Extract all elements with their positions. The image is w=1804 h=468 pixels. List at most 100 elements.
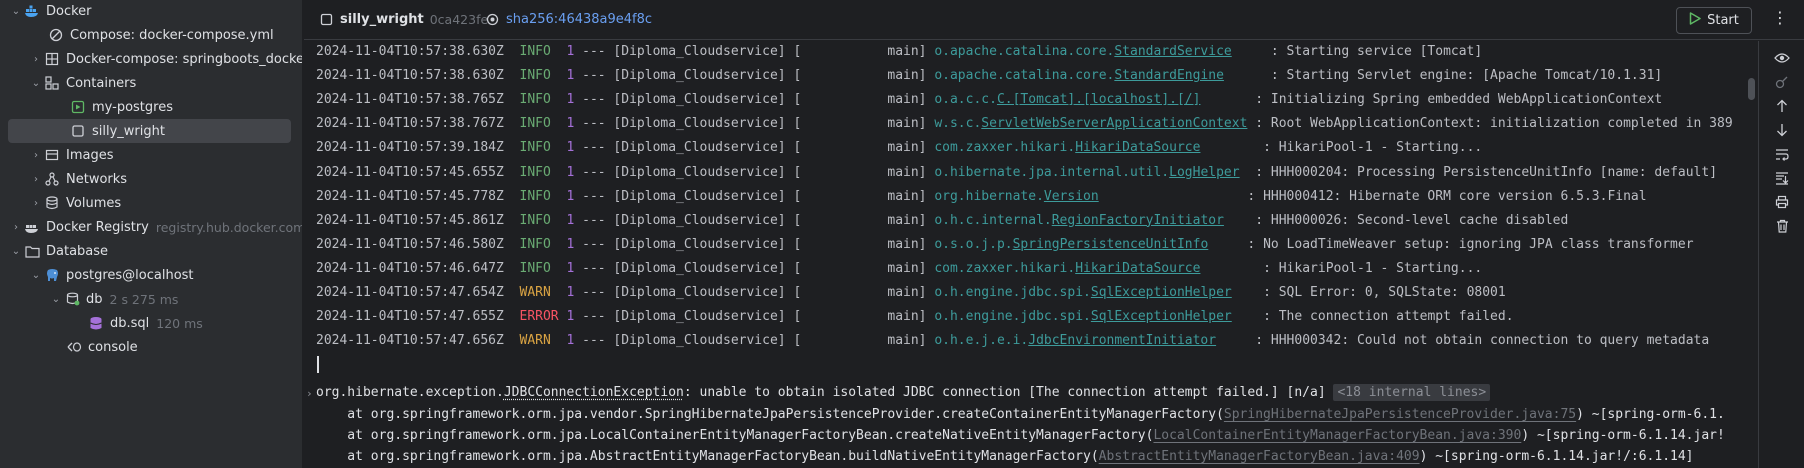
- log-message: : The connection attempt failed.: [1263, 309, 1514, 325]
- log-level: INFO: [519, 236, 551, 252]
- log-level: INFO: [519, 164, 551, 180]
- tree-item-console[interactable]: console: [0, 335, 302, 359]
- log-logger-class[interactable]: StandardService: [1114, 44, 1231, 59]
- log-thread: --- [Diploma_Cloudservice] [ main]: [574, 116, 935, 132]
- log-logger-package: com.zaxxer.hikari.: [934, 140, 1076, 156]
- tree-item-label: Networks: [66, 171, 128, 187]
- log-logger-class[interactable]: HikariDataSource: [1075, 140, 1200, 155]
- chevron-down-icon[interactable]: ⌄: [48, 291, 64, 307]
- log-message: : HHH000412: Hibernate ORM core version …: [1247, 188, 1647, 204]
- log-logger-package: o.h.e.j.e.i.: [934, 333, 1029, 349]
- chevron-down-icon[interactable]: ⌄: [8, 243, 24, 259]
- log-logger-class[interactable]: SpringPersistenceUnitInfo: [1013, 237, 1209, 252]
- tree-item-compose-file[interactable]: Compose: docker-compose.yml: [0, 23, 302, 47]
- log-logger-class[interactable]: SqlExceptionHelper: [1091, 285, 1232, 300]
- log-logger-class[interactable]: ServletWebServerApplicationContext: [981, 116, 1247, 131]
- tree-item-label: Images: [66, 147, 114, 163]
- log-thread: --- [Diploma_Cloudservice] [ main]: [574, 188, 935, 204]
- chevron-right-icon[interactable]: ›: [28, 171, 44, 187]
- tree-item-docker-registry[interactable]: › Docker Registry registry.hub.docker.co…: [0, 215, 302, 239]
- log-logger-package: org.hibernate.: [934, 188, 1044, 204]
- log-logger-package: o.h.c.internal.: [934, 212, 1052, 228]
- tree-item-docker[interactable]: ⌄ Docker: [0, 0, 302, 23]
- tree-item-db[interactable]: ⌄ db 2 s 275 ms: [0, 287, 302, 311]
- log-console[interactable]: 2024-11-04T10:57:38.630Z INFO 1 --- [Dip…: [304, 41, 1758, 468]
- tree-item-database[interactable]: ⌄ Database: [0, 239, 302, 263]
- log-logger-class[interactable]: SqlExceptionHelper: [1091, 309, 1232, 324]
- vertical-scrollbar[interactable]: [1748, 78, 1755, 100]
- elephant-icon: [44, 267, 60, 283]
- internal-lines-fold[interactable]: <18 internal lines>: [1333, 384, 1491, 401]
- arrow-down-icon[interactable]: [1772, 120, 1792, 140]
- log-logger-class[interactable]: C.[Tomcat].[localhost].[/]: [997, 92, 1201, 107]
- log-logger-class[interactable]: HikariDataSource: [1075, 261, 1200, 276]
- soft-wrap-icon[interactable]: [1772, 144, 1792, 164]
- exception-class[interactable]: JDBCConnectionException: [504, 385, 684, 400]
- tree-item-label: Docker: [46, 3, 92, 19]
- log-message: : HHH000342: Could not obtain connection…: [1255, 333, 1710, 349]
- arrow-up-icon[interactable]: [1772, 96, 1792, 116]
- start-button[interactable]: Start: [1676, 7, 1752, 34]
- log-level: WARN: [519, 333, 551, 349]
- stack-frame-link[interactable]: SpringHibernateJpaPersistenceProvider.ja…: [1224, 407, 1576, 422]
- eye-icon[interactable]: [1772, 48, 1792, 68]
- log-timestamp: 2024-11-04T10:57:47.654Z: [316, 285, 504, 300]
- chevron-right-icon[interactable]: ›: [28, 195, 44, 211]
- log-line: 2024-11-04T10:57:39.184Z INFO 1 --- [Dip…: [316, 137, 1482, 159]
- log-line: 2024-11-04T10:57:38.630Z INFO 1 --- [Dip…: [316, 41, 1482, 63]
- log-logger-class[interactable]: StandardEngine: [1114, 68, 1224, 83]
- container-tab[interactable]: silly_wright 0ca423fe: [318, 12, 488, 28]
- chevron-down-icon[interactable]: ⌄: [8, 3, 24, 19]
- play-icon: [1689, 12, 1701, 29]
- compose-icon: [48, 27, 64, 43]
- log-message: : Initializing Spring embedded WebApplic…: [1255, 92, 1663, 108]
- chevron-right-icon[interactable]: ›: [28, 51, 44, 67]
- scroll-to-end-icon[interactable]: [1772, 168, 1792, 188]
- paint-icon[interactable]: [1772, 72, 1792, 92]
- log-logger-class[interactable]: RegionFactoryInitiator: [1052, 213, 1224, 228]
- expand-arrow-icon[interactable]: ›: [306, 387, 313, 400]
- image-link[interactable]: sha256:46438a9e4f8c: [484, 12, 652, 28]
- chevron-down-icon[interactable]: ⌄: [28, 75, 44, 91]
- tree-item-db-sql[interactable]: db.sql 120 ms: [0, 311, 302, 335]
- print-icon[interactable]: [1772, 192, 1792, 212]
- stack-frame-method: at org.springframework.orm.jpa.LocalCont…: [316, 428, 1154, 443]
- tree-item-silly-wright[interactable]: silly_wright: [8, 119, 291, 143]
- tree-item-label: postgres@localhost: [66, 267, 194, 283]
- tree-item-containers[interactable]: ⌄ Containers: [0, 71, 302, 95]
- tree-item-volumes[interactable]: › Volumes: [0, 191, 302, 215]
- log-level: INFO: [519, 44, 551, 59]
- log-logger-class[interactable]: LogHelper: [1169, 165, 1239, 180]
- tree-item-postgres-localhost[interactable]: ⌄ postgres@localhost: [0, 263, 302, 287]
- more-options-icon[interactable]: ⋮: [1772, 10, 1788, 26]
- stack-frame-link[interactable]: LocalContainerEntityManagerFactoryBean.j…: [1153, 428, 1521, 443]
- chevron-right-icon[interactable]: ›: [28, 147, 44, 163]
- image-sha: sha256:46438a9e4f8c: [506, 12, 653, 27]
- tree-item-networks[interactable]: › Networks: [0, 167, 302, 191]
- log-thread: --- [Diploma_Cloudservice] [ main]: [574, 44, 935, 59]
- tree-item-docker-compose[interactable]: › Docker-compose: springboots_docker: [0, 47, 302, 71]
- chevron-down-icon[interactable]: ⌄: [28, 267, 44, 283]
- trash-icon[interactable]: [1772, 216, 1792, 236]
- stack-frame-link[interactable]: AbstractEntityManagerFactoryBean.java:40…: [1099, 449, 1420, 464]
- log-thread: --- [Diploma_Cloudservice] [ main]: [574, 140, 935, 156]
- chevron-right-icon[interactable]: ›: [8, 219, 24, 235]
- log-padding: [1232, 285, 1263, 300]
- tree-item-label: Database: [46, 243, 109, 259]
- tree-item-my-postgres[interactable]: my-postgres: [0, 95, 302, 119]
- log-thread: --- [Diploma_Cloudservice] [ main]: [574, 212, 935, 228]
- log-level: INFO: [519, 212, 551, 228]
- log-thread: --- [Diploma_Cloudservice] [ main]: [574, 260, 935, 276]
- log-logger-class[interactable]: Version: [1044, 189, 1099, 204]
- log-timestamp: 2024-11-04T10:57:38.765Z: [316, 92, 504, 108]
- log-logger-class[interactable]: JdbcEnvironmentInitiator: [1028, 333, 1216, 348]
- tree-item-images[interactable]: › Images: [0, 143, 302, 167]
